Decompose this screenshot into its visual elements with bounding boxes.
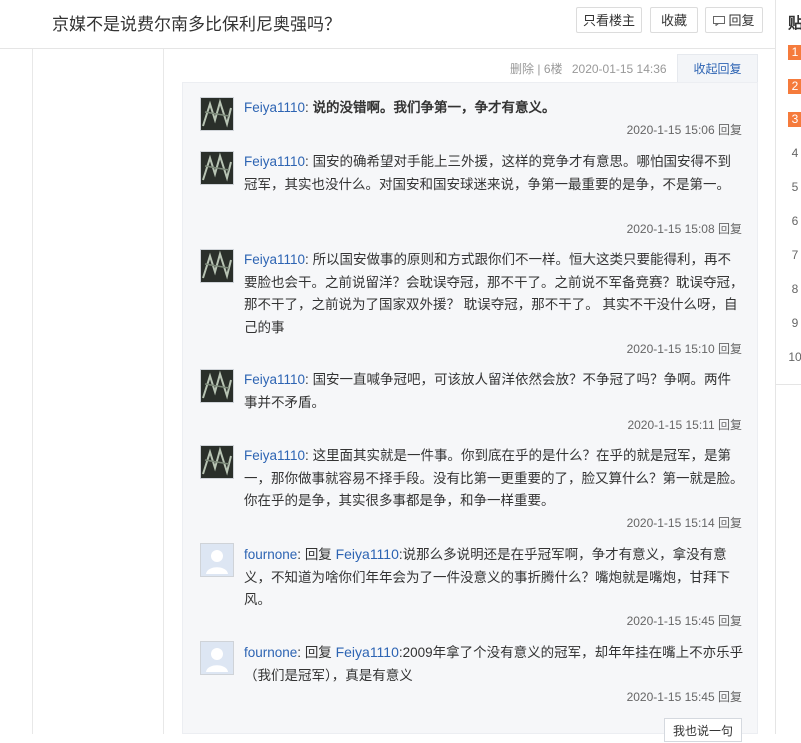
reply-meta: 2020-1-15 15:14 回复 [627, 514, 742, 531]
reply-word: 回复 [304, 645, 332, 660]
collapse-replies-button[interactable]: 收起回复 [677, 54, 758, 82]
reply-action[interactable]: 回复 [718, 516, 742, 530]
reply-action[interactable]: 回复 [718, 690, 742, 704]
reply-time: 2020-1-15 15:11 [627, 418, 715, 432]
reply-action[interactable]: 回复 [718, 342, 742, 356]
avatar[interactable] [200, 151, 234, 185]
reply-text: fournone: 回复 Feiya1110:2009年拿了个没有意义的冠军，却… [244, 644, 744, 683]
reply-action[interactable]: 回复 [718, 222, 742, 236]
only-op-button[interactable]: 只看楼主 [576, 7, 642, 33]
reply-to-user[interactable]: Feiya1110 [336, 644, 399, 660]
avatar[interactable] [200, 97, 234, 131]
reply-text: Feiya1110: 这里面其实就是一件事。你到底在乎的是什么？在乎的就是冠军，… [244, 448, 744, 508]
reply-username[interactable]: Feiya1110 [244, 252, 305, 267]
reply-time: 2020-1-15 15:06 [626, 123, 715, 137]
reply-body: 国安的确希望对手能上三外援，这样的竞争才有意思。哪怕国安得不到冠军，其实也没什么… [244, 154, 732, 192]
reply-time: 2020-1-15 15:14 [626, 516, 715, 530]
reply-username[interactable]: Feiya1110 [244, 100, 305, 115]
page-link[interactable]: 3 [788, 112, 801, 127]
favorite-button[interactable]: 收藏 [650, 7, 698, 33]
reply-to-user[interactable]: Feiya1110 [336, 546, 399, 562]
post-time: 2020-01-15 14:36 [571, 62, 667, 76]
reply-username[interactable]: Feiya1110 [244, 448, 305, 463]
reply-username[interactable]: fournone [244, 645, 297, 660]
page-rail: 贴 1 2 3 4 5 6 7 8 9 10 [775, 0, 801, 734]
avatar[interactable] [200, 369, 234, 403]
reply-time: 2020-1-15 15:45 [626, 690, 715, 704]
reply-username[interactable]: Feiya1110 [244, 372, 305, 387]
page-link[interactable]: 6 [788, 214, 801, 229]
page-link[interactable]: 8 [788, 282, 801, 297]
avatar[interactable] [200, 249, 234, 283]
author-column [32, 49, 163, 734]
reply-meta: 2020-1-15 15:08 回复 [627, 220, 742, 237]
floor-number: 6楼 [543, 62, 563, 76]
avatar[interactable] [200, 543, 234, 577]
thread-title: 京媒不是说费尔南多比保利尼奥强吗？ [52, 15, 341, 34]
comment-icon [713, 16, 726, 26]
reply-time: 2020-1-15 15:08 [626, 222, 715, 236]
reply-text: Feiya1110: 说的没错啊。我们争第一，争才有意义。 [244, 100, 556, 115]
reply-action[interactable]: 回复 [718, 614, 742, 628]
thread-header: 京媒不是说费尔南多比保利尼奥强吗？ 只看楼主 收藏 回复 [0, 0, 775, 49]
post-meta: 删除 | 6楼 2020-01-15 14:36 [510, 60, 667, 77]
reply-button[interactable]: 回复 [705, 7, 763, 33]
page-link[interactable]: 10 [786, 350, 801, 365]
avatar[interactable] [200, 445, 234, 479]
avatar[interactable] [200, 641, 234, 675]
delete-link[interactable]: 删除 [510, 62, 534, 76]
reply-text: Feiya1110: 国安一直喊争冠吧，可该放人留洋依然会放？不争冠了吗？争啊。… [244, 372, 732, 410]
reply-text: Feiya1110: 国安的确希望对手能上三外援，这样的竞争才有意思。哪怕国安得… [244, 154, 732, 192]
reply-button-label: 回复 [728, 13, 755, 28]
reply-meta: 2020-1-15 15:06 回复 [627, 121, 742, 138]
write-reply-button[interactable]: 我也说一句 [664, 718, 742, 742]
reply-word: 回复 [304, 547, 332, 562]
reply-body: 说的没错啊。我们争第一，争才有意义。 [312, 100, 556, 115]
page-link[interactable]: 2 [788, 79, 801, 94]
reply-meta: 2020-1-15 15:10 回复 [627, 340, 742, 357]
rail-heading: 贴 [788, 15, 801, 32]
reply-time: 2020-1-15 15:45 [626, 614, 715, 628]
page-link[interactable]: 9 [788, 316, 801, 331]
page-link[interactable]: 4 [788, 146, 801, 161]
reply-action[interactable]: 回复 [718, 418, 742, 432]
reply-time: 2020-1-15 15:10 [626, 342, 715, 356]
reply-body: 所以国安做事的原则和方式跟你们不一样。恒大这类只要能得利，再不要脸也会干。之前说… [244, 252, 744, 335]
rail-divider [776, 384, 801, 385]
reply-body: 国安一直喊争冠吧，可该放人留洋依然会放？不争冠了吗？争啊。两件事并不矛盾。 [244, 372, 732, 410]
reply-text: fournone: 回复 Feiya1110:说那么多说明还是在乎冠军啊，争才有… [244, 546, 730, 607]
page-link[interactable]: 1 [788, 45, 801, 60]
reply-action[interactable]: 回复 [718, 123, 742, 137]
reply-meta: 2020-1-15 15:11 回复 [627, 416, 742, 433]
reply-body: 这里面其实就是一件事。你到底在乎的是什么？在乎的就是冠军，是第一，那你做事就容易… [244, 448, 744, 508]
reply-meta: 2020-1-15 15:45 回复 [627, 612, 742, 629]
reply-meta: 2020-1-15 15:45 回复 [627, 688, 742, 705]
page-link[interactable]: 5 [788, 180, 801, 195]
reply-text: Feiya1110: 所以国安做事的原则和方式跟你们不一样。恒大这类只要能得利，… [244, 252, 744, 335]
page-link[interactable]: 7 [788, 248, 801, 263]
reply-username[interactable]: fournone [244, 547, 297, 562]
reply-username[interactable]: Feiya1110 [244, 154, 305, 169]
